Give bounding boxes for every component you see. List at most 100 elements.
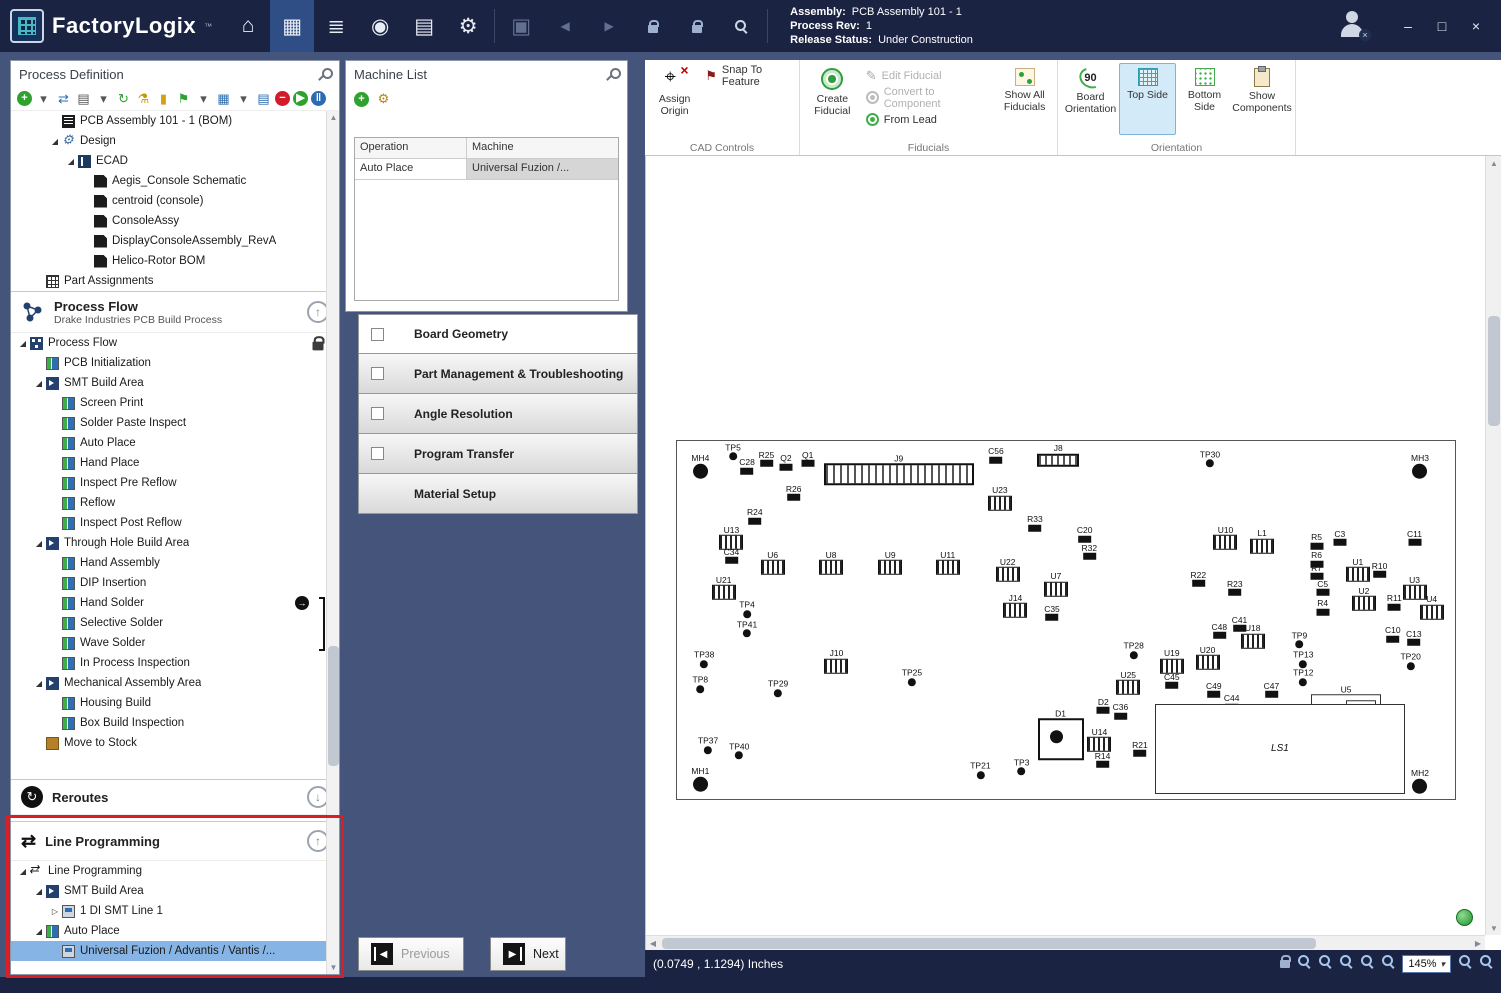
process-step-auto-place[interactable]: Auto Place [11,433,339,453]
process-step-inspect-post-reflow[interactable]: Inspect Post Reflow [11,513,339,533]
pcb-component-tp21[interactable]: TP21 [970,762,990,780]
documents-icon[interactable]: ▤ [402,0,446,52]
pcb-component-u2[interactable]: U2 [1352,586,1376,611]
previous-view-icon[interactable] [1458,954,1472,973]
process-step-box-build-inspection[interactable]: Box Build Inspection [11,713,339,733]
line-programming-item-line-programming[interactable]: ◢Line Programming [11,861,339,881]
tree-item-pcb-assembly-101-1-bom[interactable]: PCB Assembly 101 - 1 (BOM) [11,111,339,131]
snap-to-feature-button[interactable]: Snap To Feature [700,65,795,86]
pcb-component-tp41[interactable]: TP41 [737,620,757,638]
pcb-component-tp4[interactable]: TP4 [739,601,755,619]
scrollbar-thumb[interactable] [328,646,339,766]
scroll-down-icon[interactable]: ▼ [1486,921,1501,935]
distribution-icon[interactable]: ◉ [358,0,402,52]
pcb-component-ls1[interactable]: LS1 [1155,704,1405,794]
add-machine-button[interactable]: + [354,92,369,107]
pcb-component-u1[interactable]: U1 [1346,558,1370,583]
pcb-component-r22[interactable]: R22 [1190,571,1206,588]
previous-button[interactable]: Previous [358,937,464,971]
pcb-component-c5[interactable]: C5 [1316,580,1329,597]
user-icon[interactable]: × [1337,9,1367,39]
process-step-smt-build-area[interactable]: ◢SMT Build Area [11,373,339,393]
process-step-through-hole-build-area[interactable]: ◢Through Hole Build Area [11,533,339,553]
pcb-component-r11[interactable]: R11 [1387,594,1402,611]
pcb-component-u8[interactable]: U8 [819,550,843,575]
show-all-fiducials-button[interactable]: Show All Fiducials [996,63,1053,135]
process-step-wave-solder[interactable]: Wave Solder [11,633,339,653]
reroute-marker-icon[interactable] [295,596,309,610]
pcb-component-r24[interactable]: R24 [747,508,763,525]
expander-icon[interactable]: ◢ [33,679,45,688]
checkbox[interactable] [371,328,384,341]
scroll-left-icon[interactable]: ◀ [646,936,660,951]
expander-icon[interactable]: ◢ [65,157,77,166]
process-step-hand-solder[interactable]: Hand Solder [11,593,339,613]
machine-table-row[interactable]: Auto PlaceUniversal Fuzion /... [355,159,618,180]
expander-icon[interactable]: ◢ [33,379,45,388]
pcb-component-c56[interactable]: C56 [988,447,1004,464]
pcb-component-l1[interactable]: L1 [1250,529,1274,554]
pcb-component-u9[interactable]: U9 [878,550,902,575]
process-step-housing-build[interactable]: Housing Build [11,693,339,713]
add-caret-icon[interactable]: ▾ [35,90,52,107]
line-programming-section-header[interactable]: Line Programming [11,821,339,861]
pin-icon[interactable] [607,68,619,80]
process-step-hand-place[interactable]: Hand Place [11,453,339,473]
ink-button[interactable]: ▮ [155,90,172,107]
show-components-button[interactable]: Show Components [1233,63,1291,135]
column-header-operation[interactable]: Operation [355,138,467,158]
pcb-component-tp30[interactable]: TP30 [1200,450,1220,468]
pcb-component-u4[interactable]: U4 [1420,595,1444,620]
pcb-component-q2[interactable]: Q2 [779,454,792,471]
pcb-component-tp13[interactable]: TP13 [1293,651,1313,669]
lock-icon[interactable] [631,0,675,52]
line-programming-item-auto-place[interactable]: ◢Auto Place [11,921,339,941]
pin-icon[interactable] [319,68,331,80]
tree-item-aegis-console-schematic[interactable]: Aegis_Console Schematic [11,171,339,191]
tree-item-consoleassy[interactable]: ConsoleAssy [11,211,339,231]
pcb-component-mh4[interactable]: MH4 [691,454,709,479]
settings-icon[interactable]: ⚙ [446,0,490,52]
process-step-selective-solder[interactable]: Selective Solder [11,613,339,633]
tree-item-part-assignments[interactable]: Part Assignments [11,271,339,291]
home-icon[interactable]: ⌂ [226,0,270,52]
expander-icon[interactable]: ◢ [33,539,45,548]
pcb-component-r7[interactable]: R7 [1310,563,1323,580]
pcb-component-j10[interactable]: J10 [824,649,848,674]
unlock-icon[interactable] [675,0,719,52]
save-icon[interactable]: ▣ [499,0,543,52]
reroutes-section-header[interactable]: Reroutes [11,779,339,815]
pcb-component-u14[interactable]: U14 [1087,728,1111,753]
pcb-component-r14[interactable]: R14 [1095,751,1111,768]
expander-icon[interactable]: ◢ [33,927,45,936]
zoom-in-icon[interactable] [1318,954,1332,973]
pcb-component-u20[interactable]: U20 [1196,645,1220,670]
pcb-component-c3[interactable]: C3 [1333,529,1346,546]
pcb-component-d2[interactable]: D2 [1097,698,1110,715]
accordion-part-management-troubleshooting[interactable]: Part Management & Troubleshooting [358,354,638,394]
create-fiducial-button[interactable]: Create Fiducial [804,63,861,135]
pcb-component-r23[interactable]: R23 [1227,580,1243,597]
fit-view-icon[interactable] [1360,954,1374,973]
flask-button[interactable]: ⚗ [135,90,152,107]
checkbox[interactable] [371,447,384,460]
process-step-dip-insertion[interactable]: DIP Insertion [11,573,339,593]
expander-icon[interactable]: ◢ [17,339,29,348]
minimize-button[interactable]: – [1393,11,1423,41]
pcb-component-tp8[interactable]: TP8 [693,676,709,694]
checkbox[interactable] [371,407,384,420]
accordion-board-geometry[interactable]: Board Geometry [358,314,638,354]
bottom-side-button[interactable]: Bottom Side [1176,63,1233,135]
cad-canvas[interactable]: MH4TP5C28R25Q2Q1R26R24J9C56U23J8TP30MH3R… [645,156,1501,950]
scroll-right-icon[interactable]: ▶ [1471,936,1485,951]
design-icon[interactable]: ▦ [270,0,314,52]
pcb-component-c47[interactable]: C47 [1264,682,1280,699]
expander-icon[interactable]: ◢ [33,887,45,896]
pcb-component-r25[interactable]: R25 [759,451,775,468]
bom-search-icon[interactable] [719,0,763,52]
pcb-component-tp25[interactable]: TP25 [902,669,922,687]
pause-button[interactable]: ‖ [311,91,326,106]
pcb-component-u10[interactable]: U10 [1213,525,1237,550]
process-step-reflow[interactable]: Reflow [11,493,339,513]
pcb-component-j8[interactable]: J8 [1037,444,1079,467]
